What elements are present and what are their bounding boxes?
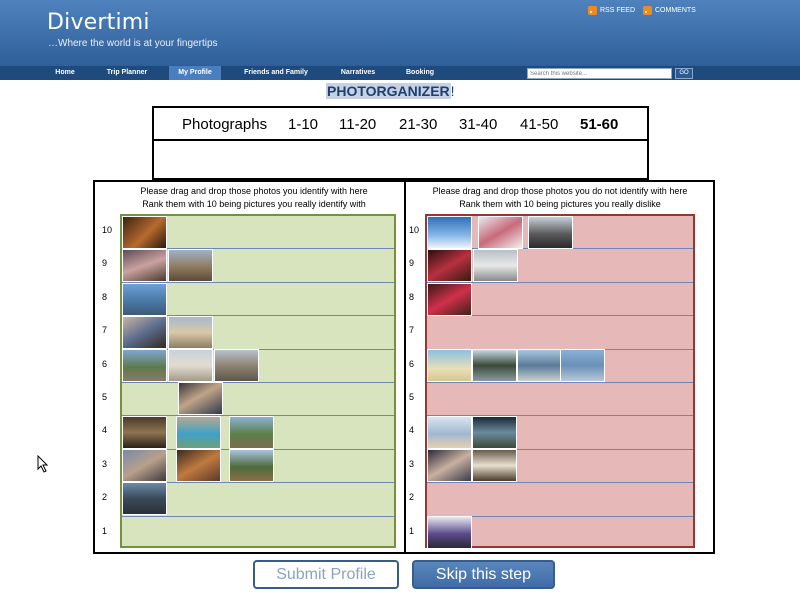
like-drop-zone[interactable] [120, 214, 396, 548]
like-row-number: 9 [102, 258, 108, 269]
like-row-number: 6 [102, 358, 108, 369]
like-row-number: 4 [102, 425, 108, 436]
photo-thumbnail[interactable] [427, 516, 472, 549]
photo-thumbnail[interactable] [168, 349, 213, 382]
photo-thumbnail[interactable] [168, 249, 213, 282]
submit-profile-button[interactable]: Submit Profile [253, 560, 399, 589]
dislike-drop-zone[interactable] [425, 214, 695, 549]
photo-range-row: Photographs 1-10 11-20 21-30 31-40 41-50… [154, 108, 647, 141]
nav-home[interactable]: Home [45, 66, 85, 80]
photo-thumbnail[interactable] [176, 449, 221, 482]
photo-thumbnail[interactable] [472, 449, 517, 482]
organizer-title: PHOTORGANIZER! [326, 82, 455, 100]
nav-booking[interactable]: Booking [397, 66, 443, 80]
ranking-panels: Please drag and drop those photos you id… [93, 180, 715, 554]
skip-step-button[interactable]: Skip this step [412, 560, 555, 589]
comments-label: COMMENTS [655, 7, 696, 14]
dislike-row-number: 5 [409, 392, 415, 402]
photo-thumbnail[interactable] [427, 416, 472, 449]
dislike-row-number: 1 [409, 525, 415, 536]
photo-range-box: Photographs 1-10 11-20 21-30 31-40 41-50… [152, 106, 649, 180]
dislike-row-number: 3 [409, 458, 415, 469]
page: Divertimi …Where the world is at your fi… [0, 0, 800, 600]
like-row-number: 8 [102, 291, 108, 302]
photo-thumbnail[interactable] [427, 349, 472, 382]
dislike-instructions: Please drag and drop those photos you do… [409, 185, 711, 211]
site-title[interactable]: Divertimi [47, 10, 150, 35]
photo-thumbnail[interactable] [122, 316, 167, 349]
photo-thumbnail[interactable] [122, 416, 167, 449]
like-row-number: 1 [102, 525, 108, 536]
like-row-number: 5 [102, 392, 108, 402]
nav-narratives[interactable]: Narratives [331, 66, 385, 80]
dislike-row-number: 6 [409, 358, 415, 369]
range-link-1-10[interactable]: 1-10 [288, 116, 318, 133]
photo-thumbnail[interactable] [122, 216, 167, 249]
organizer-title-excl: ! [450, 83, 455, 99]
like-instruction-line1: Please drag and drop those photos you id… [140, 186, 368, 196]
photo-thumbnail[interactable] [122, 482, 167, 515]
range-prefix: Photographs [182, 116, 268, 133]
dislike-row-number: 4 [409, 425, 415, 436]
comments-feed-link[interactable]: COMMENTS [643, 6, 696, 15]
organizer-title-word: PHOTORGANIZER [326, 83, 451, 99]
photo-thumbnail[interactable] [168, 316, 213, 349]
photo-thumbnail[interactable] [214, 349, 259, 382]
row-divider [122, 382, 394, 383]
photo-thumbnail[interactable] [122, 449, 167, 482]
search-input[interactable] [527, 68, 672, 79]
row-divider [427, 382, 693, 383]
photo-thumbnail[interactable] [427, 283, 472, 316]
photo-thumbnail[interactable] [473, 249, 518, 282]
range-link-41-50[interactable]: 41-50 [520, 116, 558, 133]
like-row-number: 7 [102, 325, 108, 336]
photo-thumbnail[interactable] [560, 349, 605, 382]
like-row-number: 10 [102, 225, 113, 235]
dislike-row-number: 7 [409, 325, 415, 336]
site-tagline: …Where the world is at your fingertips [48, 38, 218, 49]
photo-thumbnail[interactable] [176, 416, 221, 449]
photo-thumbnail[interactable] [427, 449, 472, 482]
nav-trip-planner[interactable]: Trip Planner [96, 66, 158, 80]
like-instructions: Please drag and drop those photos you id… [109, 185, 399, 211]
photo-thumbnail[interactable] [122, 349, 167, 382]
photo-thumbnail[interactable] [472, 349, 517, 382]
photo-thumbnail[interactable] [517, 349, 562, 382]
row-divider [427, 482, 693, 484]
search-go-button[interactable]: GO [675, 68, 693, 79]
range-link-21-30[interactable]: 21-30 [399, 116, 437, 133]
range-link-51-60[interactable]: 51-60 [580, 116, 618, 133]
rss-icon [643, 6, 652, 15]
site-header: Divertimi …Where the world is at your fi… [0, 0, 800, 66]
panel-divider [404, 182, 406, 552]
range-link-11-20[interactable]: 11-20 [339, 116, 376, 133]
photo-thumbnail[interactable] [229, 449, 274, 482]
dislike-row-number: 10 [409, 225, 420, 235]
rss-feed-label: RSS FEED [600, 7, 636, 14]
dislike-row-number: 9 [409, 258, 415, 269]
rss-icon [588, 6, 597, 15]
photo-thumbnail[interactable] [427, 249, 472, 282]
photo-thumbnail[interactable] [122, 283, 167, 316]
range-link-31-40[interactable]: 31-40 [459, 116, 497, 133]
row-divider [122, 515, 394, 517]
photo-thumbnail[interactable] [229, 416, 274, 449]
photo-thumbnail[interactable] [427, 216, 472, 249]
rss-feed-link[interactable]: RSS FEED [588, 6, 635, 15]
photo-thumbnail[interactable] [528, 216, 573, 249]
like-row-number: 3 [102, 458, 108, 469]
dislike-row-number: 2 [409, 492, 415, 503]
photo-thumbnail[interactable] [478, 216, 523, 249]
like-row-number: 2 [102, 492, 108, 503]
mouse-cursor-icon [37, 455, 49, 473]
photo-thumbnail[interactable] [178, 382, 223, 415]
nav-my-profile[interactable]: My Profile [169, 66, 221, 80]
photo-thumbnail[interactable] [472, 416, 517, 449]
dislike-instruction-line2: Rank them with 10 being pictures you rea… [459, 199, 661, 209]
dislike-instruction-line1: Please drag and drop those photos you do… [432, 186, 688, 196]
like-instruction-line2: Rank them with 10 being pictures you rea… [142, 199, 366, 209]
photo-thumbnail[interactable] [122, 249, 167, 282]
nav-friends-and-family[interactable]: Friends and Family [234, 66, 318, 80]
dislike-row-number: 8 [409, 291, 415, 302]
